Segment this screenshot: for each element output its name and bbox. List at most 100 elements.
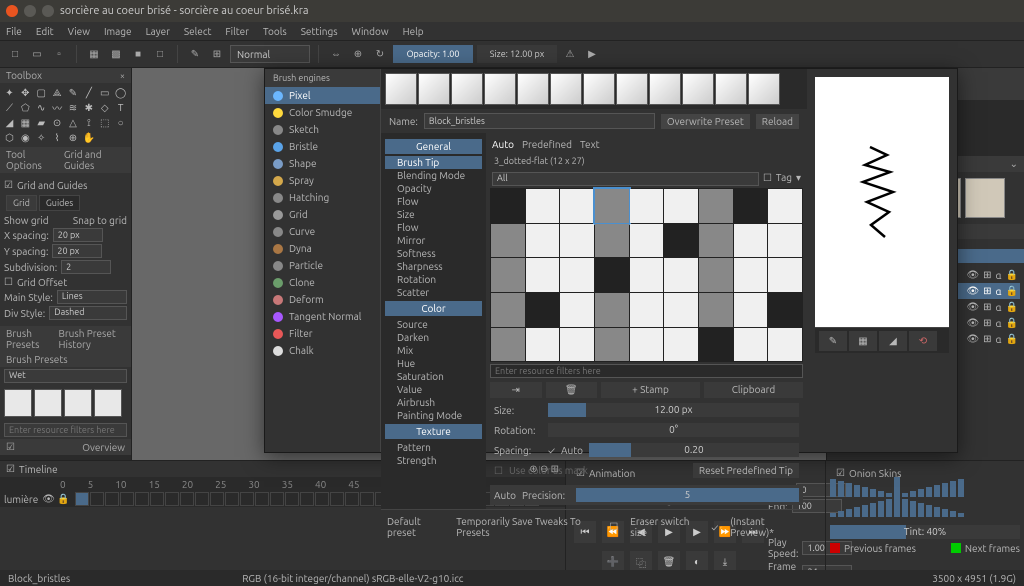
color-fg-icon[interactable]: ■ <box>129 45 147 63</box>
preset-item[interactable] <box>748 73 780 105</box>
select-contig-icon[interactable]: ✧ <box>34 130 49 145</box>
engine-particle[interactable]: Particle <box>265 257 380 274</box>
brush-tip-cell[interactable] <box>526 189 560 223</box>
menu-view[interactable]: View <box>68 26 90 37</box>
preset-item[interactable] <box>385 73 417 105</box>
brush-tip-cell[interactable] <box>491 328 525 362</box>
preset-item[interactable] <box>451 73 483 105</box>
brush-tip-cell[interactable] <box>560 189 594 223</box>
brush-tip-cell[interactable] <box>595 293 629 327</box>
gradient-tool-icon[interactable]: ◢ <box>2 115 17 130</box>
reset-tip-button[interactable]: Reset Predefined Tip <box>693 463 799 478</box>
reload-button[interactable]: Reload <box>756 114 799 129</box>
engine-deform[interactable]: Deform <box>265 291 380 308</box>
line-tool-icon[interactable]: ╱ <box>81 85 96 100</box>
preset-item[interactable] <box>649 73 681 105</box>
prop-painting-mode[interactable]: Painting Mode <box>385 409 482 422</box>
preset-filter-input[interactable] <box>4 423 127 437</box>
pattern-edit-icon[interactable]: ▦ <box>18 115 33 130</box>
delete-icon[interactable]: 🗑 <box>546 382 598 398</box>
color-picker-icon[interactable]: ⊙ <box>50 115 65 130</box>
engine-curve[interactable]: Curve <box>265 223 380 240</box>
brush-preset-history-tab[interactable]: Brush Preset History <box>59 328 125 350</box>
brush-tip-cell[interactable] <box>664 328 698 362</box>
brush-tip-cell[interactable] <box>560 224 594 258</box>
engine-clone[interactable]: Clone <box>265 274 380 291</box>
open-file-icon[interactable]: ▭ <box>28 45 46 63</box>
tab-text[interactable]: Text <box>580 139 600 150</box>
polygon-tool-icon[interactable]: ⬠ <box>18 100 33 115</box>
tool-options-tab[interactable]: Tool Options <box>6 149 56 171</box>
tip-spacing-slider[interactable]: 0.20 <box>589 443 799 457</box>
engine-hatching[interactable]: Hatching <box>265 189 380 206</box>
brush-tip-cell[interactable] <box>768 328 802 362</box>
brush-tip-cell[interactable] <box>630 328 664 362</box>
preset-thumb[interactable] <box>34 389 62 417</box>
reference-image-thumb[interactable] <box>965 178 1005 218</box>
prop-mix[interactable]: Mix <box>385 344 482 357</box>
brush-tip-cell[interactable] <box>560 328 594 362</box>
brush-tip-prop[interactable]: Brush Tip <box>385 156 482 169</box>
window-minimize-icon[interactable] <box>24 5 36 17</box>
preset-thumb[interactable] <box>4 389 32 417</box>
color-bg-icon[interactable]: □ <box>151 45 169 63</box>
prop-softness[interactable]: Softness <box>385 247 482 260</box>
preset-item[interactable] <box>517 73 549 105</box>
select-color-icon[interactable]: ◉ <box>18 130 33 145</box>
brush-tip-cell[interactable] <box>734 293 768 327</box>
temp-save-button[interactable]: Temporarily Save Tweaks To Presets <box>456 516 597 538</box>
brush-tip-cell[interactable] <box>699 189 733 223</box>
engine-pixel[interactable]: Pixel <box>265 87 380 104</box>
prop-blending-mode[interactable]: Blending Mode <box>385 169 482 182</box>
freehand-path-icon[interactable]: 〰 <box>50 100 65 115</box>
brush-tip-cell[interactable] <box>734 189 768 223</box>
brush-tip-cell[interactable] <box>699 328 733 362</box>
menu-filter[interactable]: Filter <box>225 26 249 37</box>
close-icon[interactable]: × <box>120 71 125 81</box>
tip-filter-input[interactable] <box>490 364 803 378</box>
brush-tip-cell[interactable] <box>595 258 629 292</box>
engine-bristle[interactable]: Bristle <box>265 138 380 155</box>
div-style-select[interactable]: Dashed <box>49 306 127 320</box>
dynamic-brush-icon[interactable]: ≋ <box>66 100 81 115</box>
mirror-v-icon[interactable]: ⊕ <box>349 45 367 63</box>
menu-tools[interactable]: Tools <box>263 26 287 37</box>
brush-tip-cell[interactable] <box>699 224 733 258</box>
transform-tool-icon[interactable]: ✦ <box>2 85 17 100</box>
preset-thumb[interactable] <box>94 389 122 417</box>
select-outline-icon[interactable]: ○ <box>113 115 128 130</box>
edit-shapes-icon[interactable]: ◇ <box>97 100 112 115</box>
polyline-tool-icon[interactable]: ⟋ <box>2 100 17 115</box>
move-tool-icon[interactable]: ✥ <box>18 85 33 100</box>
snap-check[interactable]: Snap to grid <box>73 215 127 226</box>
rect-tool-icon[interactable]: ▭ <box>97 85 112 100</box>
precision-slider[interactable]: 5 <box>576 488 799 502</box>
overwrite-preset-button[interactable]: Overwrite Preset <box>661 114 750 129</box>
scratchpad-fill-icon[interactable]: ▦ <box>849 331 877 351</box>
pan-tool-icon[interactable]: ✋ <box>81 130 96 145</box>
tab-predefined[interactable]: Predefined <box>522 139 572 150</box>
brush-tip-cell[interactable] <box>526 224 560 258</box>
preset-item[interactable] <box>583 73 615 105</box>
prop-scatter[interactable]: Scatter <box>385 286 482 299</box>
stamp-button[interactable]: + Stamp <box>601 382 700 398</box>
brush-tip-cell[interactable] <box>664 189 698 223</box>
preset-item[interactable] <box>715 73 747 105</box>
brush-tip-cell[interactable] <box>768 258 802 292</box>
pattern-icon[interactable]: ▩ <box>107 45 125 63</box>
brush-tip-cell[interactable] <box>734 328 768 362</box>
brush-tip-cell[interactable] <box>560 293 594 327</box>
brush-tip-cell[interactable] <box>699 258 733 292</box>
tab-auto[interactable]: Auto <box>492 139 514 150</box>
brush-tip-cell[interactable] <box>734 224 768 258</box>
preset-item[interactable] <box>418 73 450 105</box>
engine-filter[interactable]: Filter <box>265 325 380 342</box>
window-maximize-icon[interactable] <box>42 5 54 17</box>
engine-color-smudge[interactable]: Color Smudge <box>265 104 380 121</box>
select-path-icon[interactable]: ⌇ <box>50 130 65 145</box>
show-grid-check[interactable]: Show grid <box>4 215 49 226</box>
checkbox-icon[interactable]: ☑ <box>4 179 13 191</box>
brush-tip-cell[interactable] <box>526 293 560 327</box>
brush-tip-cell[interactable] <box>630 189 664 223</box>
brush-tip-cell[interactable] <box>595 189 629 223</box>
